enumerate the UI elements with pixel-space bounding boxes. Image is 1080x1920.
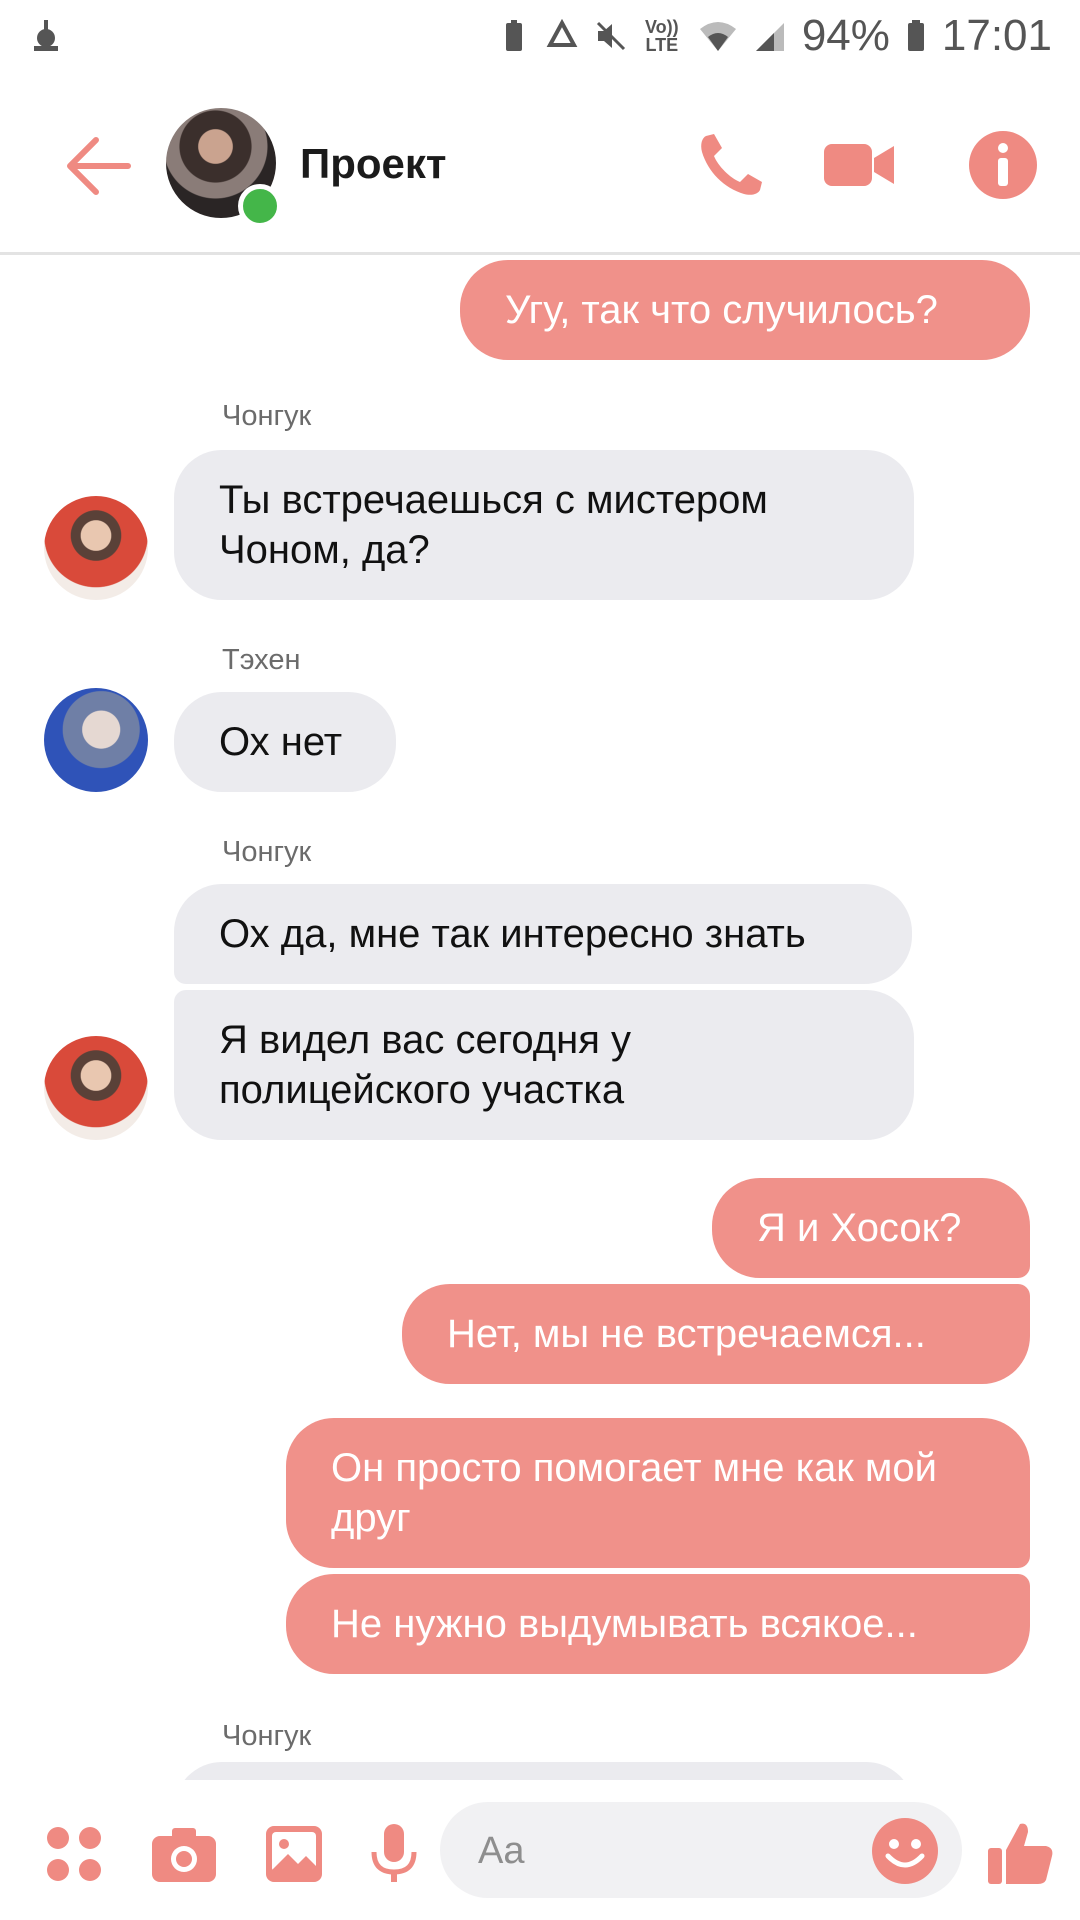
message-input[interactable] xyxy=(476,1802,860,1900)
battery-icon xyxy=(907,20,924,51)
video-icon[interactable] xyxy=(820,126,898,204)
message-text: Ох да, мне так интересно знать xyxy=(219,912,806,956)
outgoing-message[interactable]: Он просто помогает мне как мой друг xyxy=(286,1418,1030,1568)
sender-avatar[interactable] xyxy=(44,496,148,600)
incoming-message[interactable]: Я видел вас сегодня у полицейского участ… xyxy=(174,990,914,1140)
chat-header: Проект xyxy=(0,72,1080,255)
sender-avatar[interactable] xyxy=(44,688,148,792)
outgoing-message[interactable]: Не нужно выдумывать всякое... xyxy=(286,1574,1030,1674)
sender-avatar[interactable] xyxy=(44,1036,148,1140)
message-text: Угу, так что случилось? xyxy=(505,288,938,332)
emoji-icon[interactable] xyxy=(870,1816,940,1886)
outgoing-message[interactable]: Нет, мы не встречаемся... xyxy=(402,1284,1030,1384)
battery-percent: 94% xyxy=(801,11,890,60)
sender-name: Чонгук xyxy=(222,400,312,432)
network-type: Vo)) LTE xyxy=(644,17,679,55)
camera-icon[interactable] xyxy=(148,1822,220,1886)
back-arrow-icon[interactable] xyxy=(58,126,138,206)
phone-icon[interactable] xyxy=(692,126,770,204)
message-text: Я видел вас сегодня у полицейского участ… xyxy=(219,1018,631,1112)
signal-icon xyxy=(755,23,784,51)
info-icon[interactable] xyxy=(964,126,1042,204)
recycle-icon xyxy=(546,19,578,47)
thumbs-up-icon[interactable] xyxy=(984,1816,1056,1888)
online-indicator xyxy=(238,184,282,228)
incoming-message[interactable] xyxy=(174,1762,914,1780)
message-text: Я и Хосок? xyxy=(757,1206,962,1250)
battery-saver-icon xyxy=(505,20,522,51)
incoming-message[interactable]: Ох нет xyxy=(174,692,396,792)
outgoing-message[interactable]: Угу, так что случилось? xyxy=(460,260,1030,360)
clock: 17:01 xyxy=(941,11,1052,60)
message-text: Он просто помогает мне как мой друг xyxy=(331,1446,937,1540)
message-text: Нет, мы не встречаемся... xyxy=(447,1312,926,1356)
chat-title[interactable]: Проект xyxy=(300,140,446,188)
sender-name: Чонгук xyxy=(222,1720,312,1752)
sender-name: Чонгук xyxy=(222,836,312,868)
sender-name: Тэхен xyxy=(222,644,301,676)
incoming-message[interactable]: Ох да, мне так интересно знать xyxy=(174,884,912,984)
message-text: Ты встречаешься с мистером Чоном, да? xyxy=(219,478,768,572)
message-text: Ох нет xyxy=(219,720,343,764)
message-input-container[interactable] xyxy=(440,1802,962,1900)
apps-icon[interactable] xyxy=(42,1822,106,1886)
status-bar: Vo)) LTE 94% 17:01 xyxy=(0,0,1080,72)
mic-icon[interactable] xyxy=(362,1822,426,1886)
mute-icon xyxy=(596,21,625,51)
gallery-icon[interactable] xyxy=(262,1822,326,1886)
message-list[interactable]: Угу, так что случилось? Чонгук Ты встреч… xyxy=(0,252,1080,1780)
composer-bar xyxy=(0,1780,1080,1920)
notification-icon xyxy=(34,20,58,51)
outgoing-message[interactable]: Я и Хосок? xyxy=(712,1178,1030,1278)
wifi-icon xyxy=(699,22,736,51)
message-text: Не нужно выдумывать всякое... xyxy=(331,1602,918,1646)
incoming-message[interactable]: Ты встречаешься с мистером Чоном, да? xyxy=(174,450,914,600)
